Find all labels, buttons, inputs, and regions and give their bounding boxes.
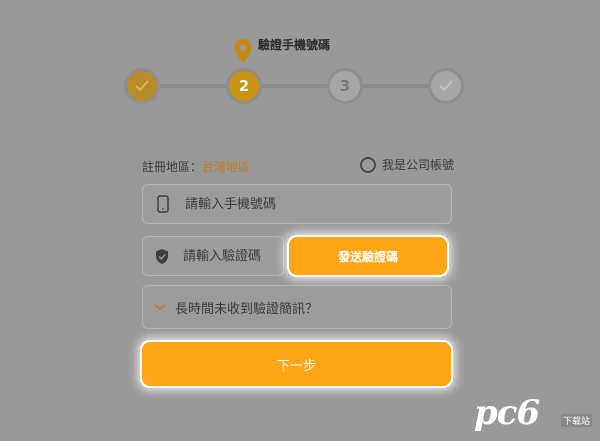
code-input[interactable] bbox=[183, 248, 283, 264]
help-code-not-received[interactable]: 長時間未收到驗證簡訊？ bbox=[142, 285, 452, 329]
region-value[interactable]: 台灣地區 bbox=[202, 160, 250, 174]
location-pin-icon bbox=[234, 39, 252, 63]
region-label: 註冊地區： bbox=[142, 160, 203, 174]
phone-input[interactable] bbox=[185, 196, 425, 212]
code-field[interactable] bbox=[142, 236, 284, 276]
chevron-down-icon bbox=[154, 304, 166, 311]
step-2-current: 2 bbox=[226, 68, 262, 104]
progress-stepper: 驗證手機號碼 2 3 bbox=[0, 0, 600, 110]
watermark-sub: 下载站 bbox=[560, 414, 592, 427]
shield-check-icon bbox=[155, 247, 169, 265]
company-account-radio[interactable] bbox=[359, 156, 376, 173]
step-3: 3 bbox=[327, 68, 363, 104]
watermark-brand: pc6 bbox=[474, 393, 540, 433]
checkmark-icon bbox=[135, 80, 149, 92]
phone-field[interactable] bbox=[142, 184, 452, 224]
company-account-option[interactable]: 我是公司帳號 bbox=[359, 156, 454, 173]
step-4 bbox=[428, 68, 464, 104]
step-connector bbox=[261, 84, 329, 88]
send-code-button[interactable]: 發送驗證碼 bbox=[289, 237, 447, 275]
region-row: 註冊地區：台灣地區 我是公司帳號 bbox=[142, 155, 454, 175]
company-account-label: 我是公司帳號 bbox=[381, 158, 454, 172]
step-1-done bbox=[124, 68, 160, 104]
next-step-button[interactable]: 下一步 bbox=[142, 342, 451, 386]
step-connector bbox=[160, 84, 230, 88]
step-caption: 驗證手機號碼 bbox=[258, 38, 331, 52]
mobile-phone-icon bbox=[155, 195, 171, 213]
pc6-watermark: pc6 下载站 bbox=[474, 393, 592, 435]
help-text: 長時間未收到驗證簡訊？ bbox=[175, 301, 319, 317]
step-connector bbox=[360, 84, 430, 88]
checkmark-icon bbox=[439, 80, 453, 92]
